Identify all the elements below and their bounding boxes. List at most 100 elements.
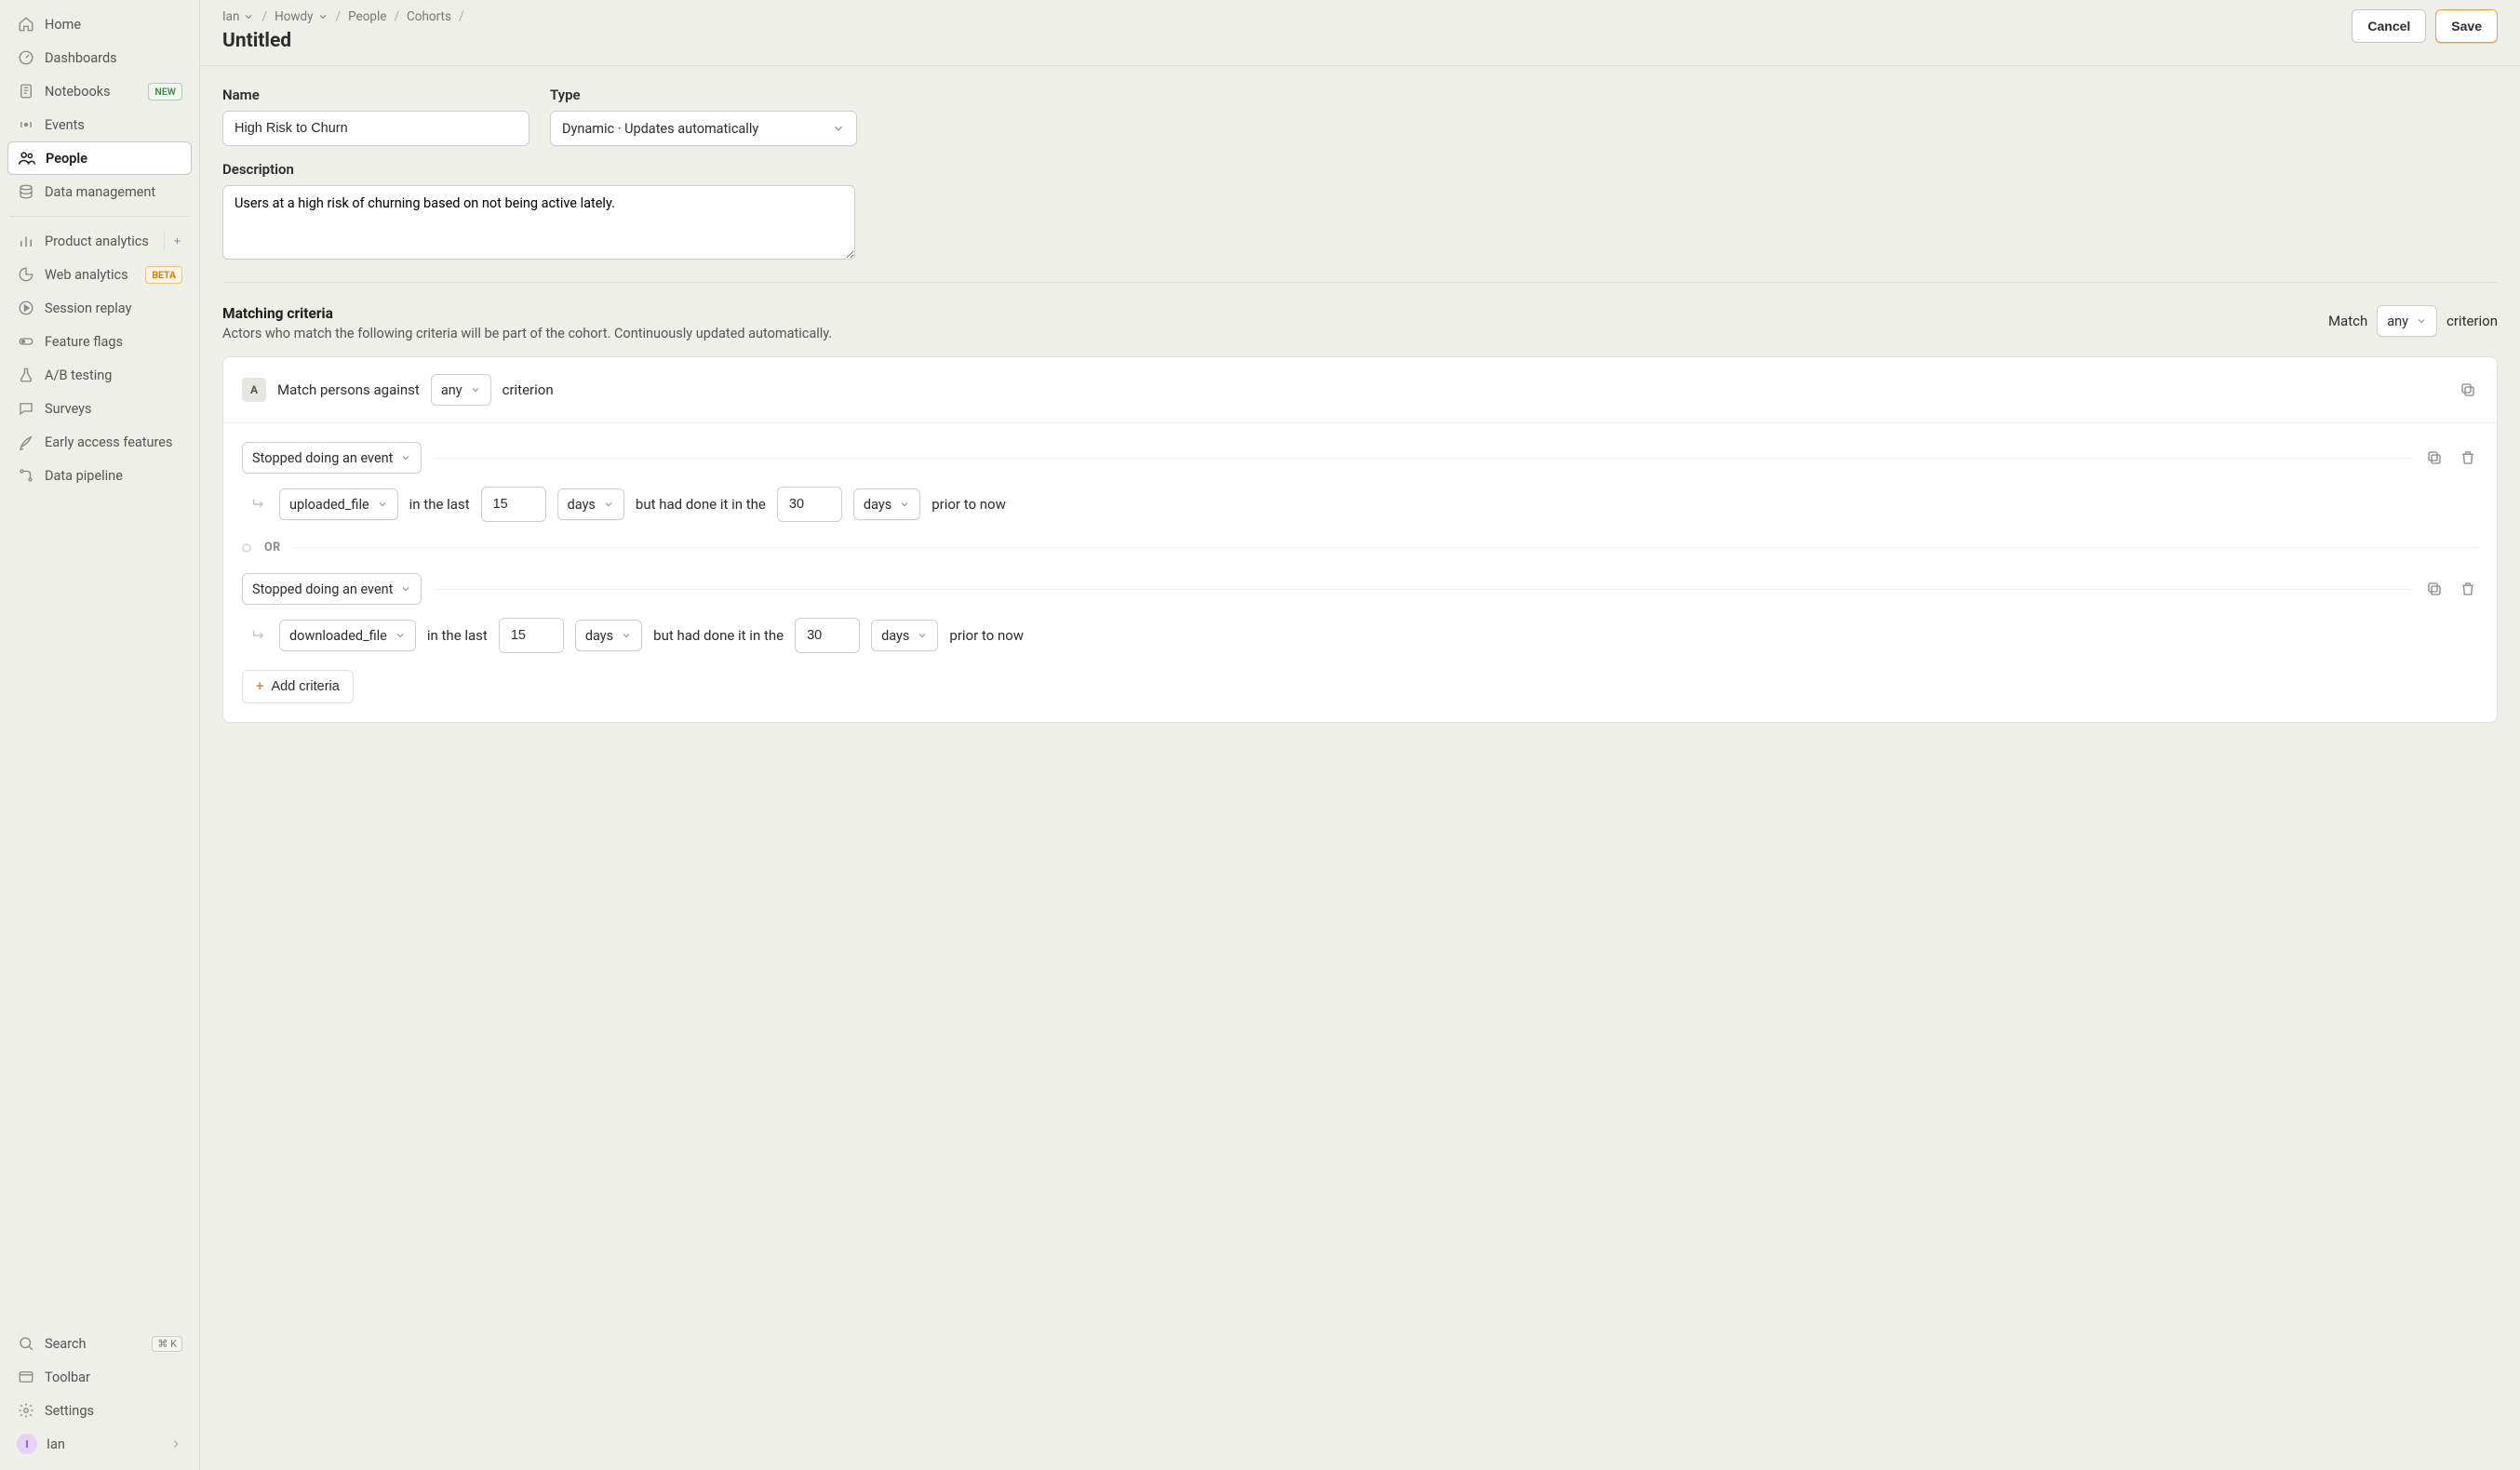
match-mode-select[interactable]: any	[2377, 305, 2437, 337]
sidebar-item-label: Data pipeline	[45, 468, 123, 484]
t2-unit-select[interactable]: days	[853, 488, 920, 520]
sidebar-item-label: Toolbar	[45, 1370, 90, 1385]
t1-number-input[interactable]	[499, 618, 564, 653]
behavior-select[interactable]: Stopped doing an event	[242, 442, 422, 474]
event-select[interactable]: downloaded_file	[279, 620, 416, 651]
plus-icon: +	[256, 679, 263, 694]
chevron-right-icon	[169, 1437, 182, 1450]
criteria-rule: Stopped doing an event	[242, 573, 2478, 605]
t2-number-input[interactable]	[777, 487, 842, 522]
sidebar-item-dashboards[interactable]: Dashboards	[7, 41, 192, 74]
duplicate-group-button[interactable]	[2458, 380, 2478, 400]
delete-rule-button[interactable]	[2458, 579, 2478, 599]
sidebar-item-label: Feature flags	[45, 334, 123, 350]
sidebar-item-label: Web analytics	[45, 267, 128, 283]
name-label: Name	[222, 87, 529, 103]
sidebar-item-web-analytics[interactable]: Web analytics BETA	[7, 258, 192, 291]
sidebar-item-label: A/B testing	[45, 368, 112, 383]
sidebar-item-toolbar[interactable]: Toolbar	[7, 1360, 192, 1394]
pie-chart-icon	[17, 265, 35, 284]
notebook-icon	[17, 82, 35, 100]
save-button[interactable]: Save	[2435, 9, 2498, 43]
sidebar-item-ab-testing[interactable]: A/B testing	[7, 358, 192, 392]
sidebar-item-label: Session replay	[45, 301, 131, 316]
group-mode-select[interactable]: any	[431, 374, 491, 406]
sidebar-item-notebooks[interactable]: Notebooks NEW	[7, 74, 192, 108]
flask-icon	[17, 366, 35, 384]
sidebar-item-label: Settings	[45, 1403, 94, 1419]
sidebar-item-home[interactable]: Home	[7, 7, 192, 41]
t2-unit-select[interactable]: days	[871, 620, 938, 651]
criteria-title: Matching criteria	[222, 305, 832, 322]
breadcrumb-item[interactable]: Howdy	[275, 9, 328, 24]
people-icon	[18, 149, 36, 167]
gauge-icon	[17, 48, 35, 67]
bar-chart-icon	[17, 232, 35, 250]
t1-unit-select[interactable]: days	[557, 488, 624, 520]
sidebar-item-label: Notebooks	[45, 84, 111, 100]
sidebar-item-people[interactable]: People	[7, 141, 192, 175]
sidebar-item-feature-flags[interactable]: Feature flags	[7, 325, 192, 358]
sidebar-item-data-pipeline[interactable]: Data pipeline	[7, 459, 192, 492]
toggle-icon	[17, 332, 35, 351]
chevron-down-icon	[395, 630, 406, 641]
cancel-button[interactable]: Cancel	[2352, 9, 2426, 43]
add-criteria-button[interactable]: + Add criteria	[242, 670, 354, 703]
match-suffix: criterion	[2446, 313, 2498, 329]
chevron-down-icon	[317, 11, 328, 22]
sidebar-item-user[interactable]: I Ian	[7, 1427, 192, 1461]
new-badge: NEW	[148, 83, 182, 100]
play-circle-icon	[17, 299, 35, 317]
event-select[interactable]: uploaded_file	[279, 488, 398, 520]
t2-number-input[interactable]	[795, 618, 860, 653]
page-title: Untitled	[222, 30, 464, 52]
behavior-select[interactable]: Stopped doing an event	[242, 573, 422, 605]
breadcrumb-item[interactable]: Ian	[222, 9, 254, 24]
group-letter: A	[242, 378, 266, 402]
sidebar-item-product-analytics[interactable]: Product analytics	[7, 224, 192, 258]
database-icon	[17, 182, 35, 201]
description-label: Description	[222, 161, 2498, 178]
type-label: Type	[550, 87, 857, 103]
add-insight-button[interactable]	[164, 232, 182, 250]
chevron-down-icon	[2416, 315, 2427, 327]
chevron-down-icon	[917, 630, 928, 641]
chat-icon	[17, 399, 35, 418]
main: Ian / Howdy / People / Cohorts / Untitle…	[200, 0, 2520, 1470]
home-icon	[17, 15, 35, 33]
sub-arrow-icon	[251, 628, 266, 643]
sidebar-item-surveys[interactable]: Surveys	[7, 392, 192, 425]
chevron-down-icon	[621, 630, 632, 641]
breadcrumb-item[interactable]: People	[348, 9, 386, 24]
toolbar-icon	[17, 1368, 35, 1386]
duplicate-rule-button[interactable]	[2424, 579, 2445, 599]
sidebar-item-early-access[interactable]: Early access features	[7, 425, 192, 459]
beta-badge: BETA	[145, 266, 182, 284]
sidebar-item-events[interactable]: Events	[7, 108, 192, 141]
sidebar-item-label: Events	[45, 117, 85, 133]
t1-unit-select[interactable]: days	[575, 620, 642, 651]
name-input[interactable]	[222, 111, 529, 146]
sub-arrow-icon	[251, 497, 266, 512]
t1-number-input[interactable]	[481, 487, 546, 522]
sidebar-item-label: Early access features	[45, 434, 172, 450]
sidebar-item-data-management[interactable]: Data management	[7, 175, 192, 208]
chevron-down-icon	[470, 384, 481, 395]
sidebar: Home Dashboards Notebooks NEW Events Peo…	[0, 0, 200, 1470]
breadcrumb-item[interactable]: Cohorts	[407, 9, 451, 24]
rocket-icon	[17, 433, 35, 451]
type-select[interactable]: Dynamic · Updates automatically	[550, 111, 857, 146]
duplicate-rule-button[interactable]	[2424, 448, 2445, 468]
description-input[interactable]	[222, 185, 855, 260]
delete-rule-button[interactable]	[2458, 448, 2478, 468]
content: Name Type Dynamic · Updates automaticall…	[200, 66, 2520, 760]
sidebar-item-session-replay[interactable]: Session replay	[7, 291, 192, 325]
avatar: I	[17, 1434, 37, 1454]
or-label: OR	[264, 541, 281, 555]
or-dot	[242, 543, 251, 553]
chevron-down-icon	[899, 499, 910, 510]
group-text-pre: Match persons against	[277, 381, 420, 398]
sidebar-item-settings[interactable]: Settings	[7, 1394, 192, 1427]
sidebar-item-search[interactable]: Search ⌘ K	[7, 1327, 192, 1360]
search-icon	[17, 1334, 35, 1353]
